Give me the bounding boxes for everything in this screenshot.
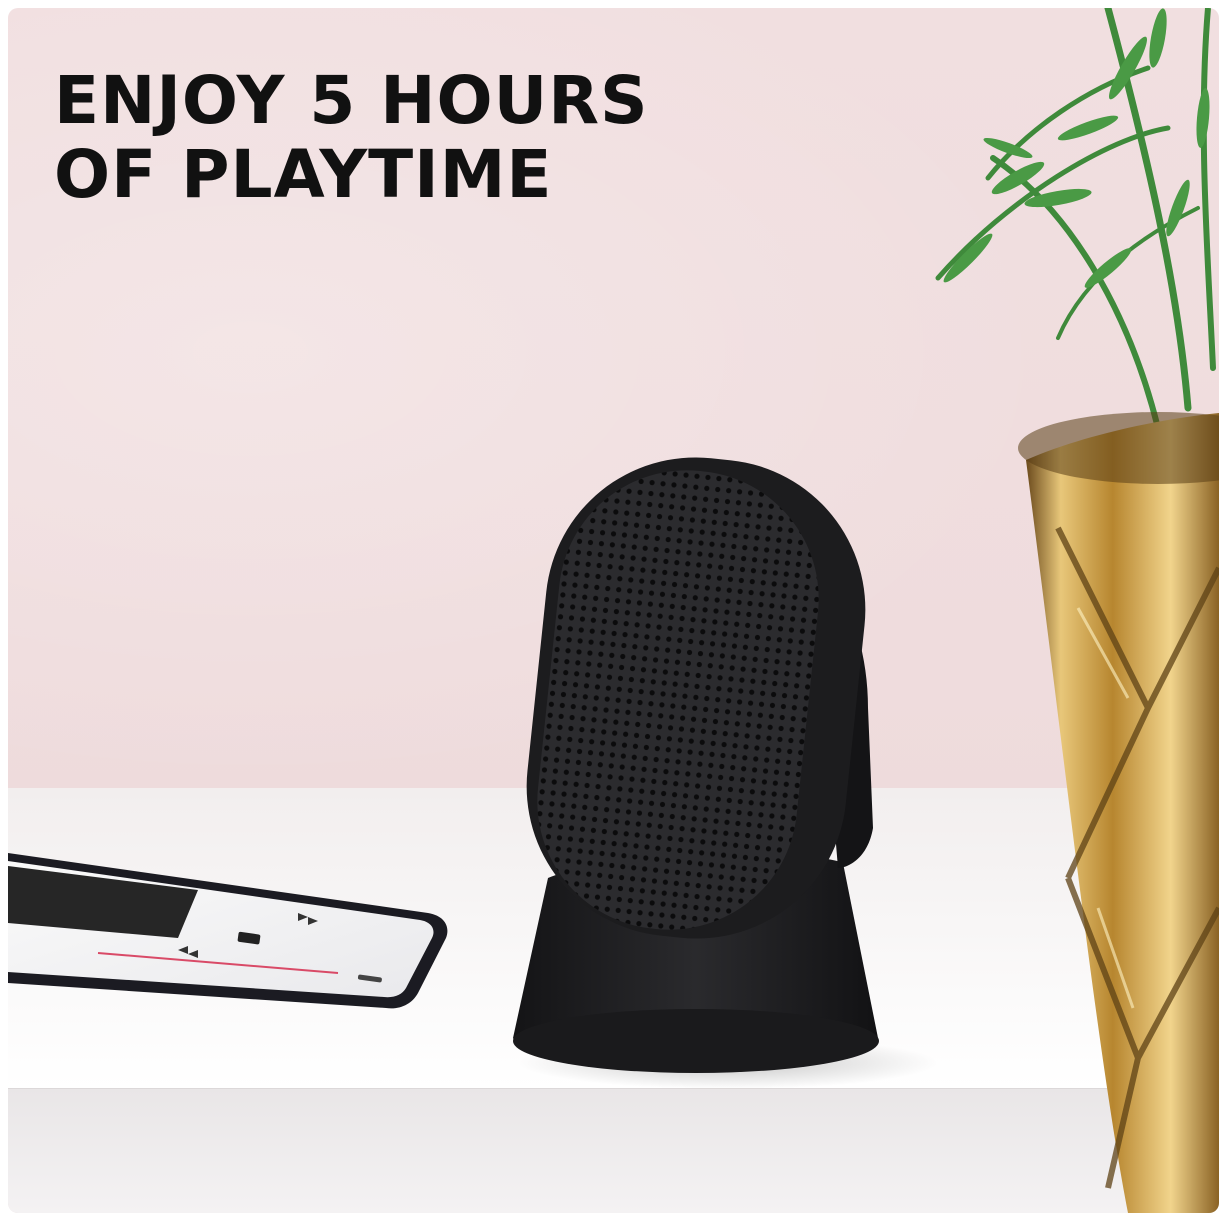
headline-line-1: ENJOY 5 HOURS (54, 62, 649, 139)
gold-plant-pot (1018, 412, 1219, 1213)
headline: ENJOY 5 HOURS OF PLAYTIME (54, 64, 649, 212)
plant-leaflets (943, 8, 1210, 288)
product-image-frame: ENJOY 5 HOURS OF PLAYTIME (8, 8, 1219, 1213)
smartphone (8, 853, 448, 1009)
headline-line-2: OF PLAYTIME (54, 136, 553, 213)
